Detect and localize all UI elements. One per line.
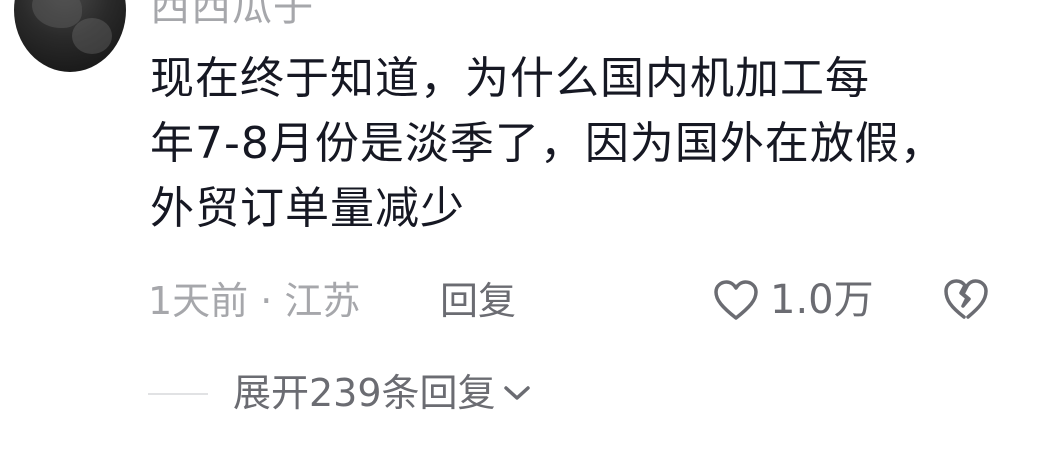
avatar-image-detail	[32, 0, 82, 28]
expand-replies-label: 展开239条回复	[233, 371, 496, 415]
heart-outline-icon	[712, 278, 760, 322]
comment-text-line: 外贸订单量减少	[150, 183, 465, 234]
replies-divider	[148, 393, 208, 395]
dislike-button[interactable]	[942, 276, 990, 322]
comment-text-line: 年7-8月份是淡季了，因为国外在放假，	[150, 118, 945, 169]
broken-heart-icon	[942, 276, 990, 322]
expand-replies-button[interactable]: 展开239条回复	[233, 368, 532, 418]
comment-text: 现在终于知道，为什么国内机加工每 年7-8月份是淡季了，因为国外在放假， 外贸订…	[150, 46, 1010, 241]
like-count: 1.0万	[770, 277, 874, 323]
avatar[interactable]	[14, 0, 126, 72]
chevron-down-icon	[496, 383, 532, 403]
comment-text-line: 现在终于知道，为什么国内机加工每	[150, 53, 870, 104]
comment-time-location: 1天前 · 江苏	[148, 279, 361, 323]
username[interactable]: 西西瓜子	[150, 0, 314, 32]
reply-button[interactable]: 回复	[440, 276, 516, 326]
avatar-image-detail	[72, 18, 112, 54]
like-button[interactable]: 1.0万	[712, 272, 874, 328]
